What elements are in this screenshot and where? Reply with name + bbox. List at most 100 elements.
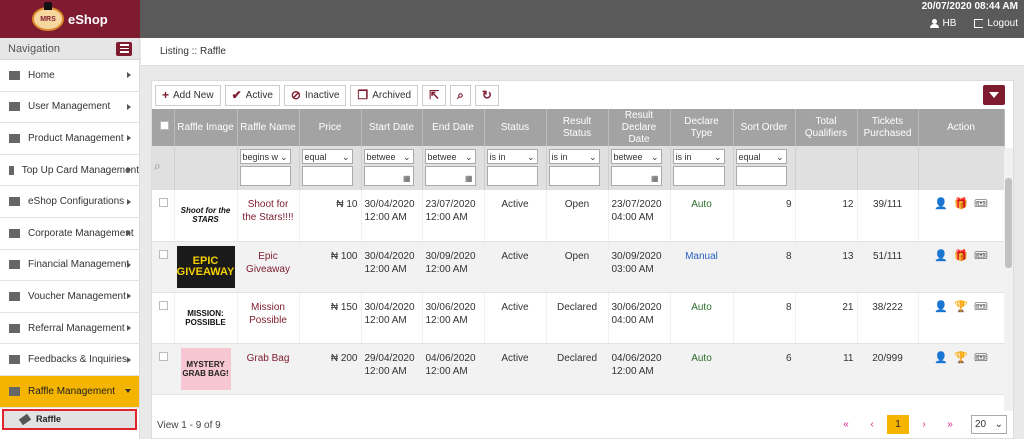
table-row[interactable]: EPIC GIVEAWAY Epic Giveaway ₦ 100 30/04/… — [152, 241, 1005, 293]
user-icon[interactable]: 👤 — [934, 198, 948, 211]
filter-cell: betwee ▦ — [361, 146, 423, 190]
refresh-button[interactable]: ↻ — [474, 84, 499, 106]
sidebar-item-feedbacks[interactable]: Feedbacks & Inquiries — [0, 344, 139, 376]
filter-select[interactable]: equal — [301, 149, 353, 164]
declare-date-cell: 30/06/2020 04:00 AM — [608, 292, 671, 344]
col-header[interactable]: Total Qualifiers — [795, 109, 858, 146]
calendar-icon[interactable]: ▦ — [651, 174, 659, 183]
filter-input[interactable] — [239, 166, 291, 186]
col-header[interactable]: Raffle Name — [237, 109, 300, 146]
sidebar-item-top-up-card[interactable]: Top Up Card Management — [0, 155, 139, 187]
filter-icon[interactable] — [983, 85, 1005, 105]
col-header[interactable]: Price — [299, 109, 362, 146]
ticket-icon[interactable]: 🎟 — [974, 301, 988, 314]
col-header[interactable]: Declare Type — [670, 109, 734, 146]
page-size-select[interactable]: 20 ⌄ — [971, 415, 1007, 434]
filter-select[interactable]: betwee — [424, 149, 476, 164]
logout-button[interactable]: Logout — [974, 18, 1018, 29]
col-header[interactable]: End Date — [422, 109, 485, 146]
user-icon[interactable]: 👤 — [934, 352, 948, 365]
table-row[interactable]: MYSTERY GRAB BAG! Grab Bag ₦ 200 29/04/2… — [152, 343, 1005, 395]
sidebar-item-home[interactable]: Home — [0, 60, 139, 92]
raffle-image-cell: MYSTERY GRAB BAG! — [174, 343, 238, 395]
select-all-header — [152, 109, 175, 146]
col-header[interactable]: Result Declare Date — [608, 109, 671, 146]
user-icon[interactable]: 👤 — [934, 250, 948, 263]
filter-input[interactable] — [548, 166, 600, 186]
prev-page-button[interactable]: ‹ — [861, 415, 883, 434]
row-checkbox[interactable] — [159, 198, 168, 207]
last-page-button[interactable]: » — [939, 415, 961, 434]
col-header[interactable]: Status — [484, 109, 547, 146]
sort-order-cell: 9 — [733, 190, 796, 242]
table-row[interactable]: Shoot for the STARS Shoot for the Stars!… — [152, 190, 1005, 242]
ticket-icon[interactable]: 🎟 — [974, 250, 988, 263]
sidebar-item-label: eShop Configurations — [28, 196, 125, 208]
col-header[interactable]: Raffle Image — [174, 109, 238, 146]
filter-select[interactable]: equal — [735, 149, 787, 164]
filter-input[interactable] — [486, 166, 538, 186]
filter-input[interactable] — [735, 166, 787, 186]
filter-select[interactable]: betwee — [610, 149, 662, 164]
sidebar-item-voucher[interactable]: Voucher Management — [0, 281, 139, 313]
sidebar-item-eshop-config[interactable]: eShop Configurations — [0, 186, 139, 218]
active-button[interactable]: ✔ Active — [224, 84, 280, 106]
table-row[interactable]: MISSION: POSSIBLE Mission Possible ₦ 150… — [152, 292, 1005, 344]
sidebar-item-referral[interactable]: Referral Management — [0, 313, 139, 345]
select-all-checkbox[interactable] — [160, 121, 170, 130]
col-header[interactable]: Start Date — [361, 109, 423, 146]
filter-select[interactable]: is in — [486, 149, 538, 164]
sidebar-item-financial[interactable]: Financial Management — [0, 250, 139, 282]
inactive-button[interactable]: ⊘ Inactive — [283, 84, 347, 106]
date-filter-input[interactable]: ▦ — [363, 166, 414, 186]
date-filter-input[interactable]: ▦ — [424, 166, 476, 186]
filter-input[interactable] — [672, 166, 725, 186]
calendar-icon[interactable]: ▦ — [465, 174, 473, 183]
next-page-button[interactable]: › — [913, 415, 935, 434]
raffle-name-link[interactable]: Grab Bag — [247, 353, 290, 364]
filter-input[interactable] — [301, 166, 353, 186]
scrollbar[interactable] — [1004, 148, 1013, 411]
export-button[interactable]: ⇱ — [422, 84, 447, 106]
sidebar-item-product-management[interactable]: Product Management — [0, 123, 139, 155]
raffle-image-cell: Shoot for the STARS — [174, 190, 238, 242]
gift-trophy-icon[interactable]: 🏆 — [954, 352, 968, 365]
col-header: Action — [918, 109, 1005, 146]
filter-select[interactable]: betwee — [363, 149, 414, 164]
sidebar-item-raffle-management[interactable]: Raffle Management — [0, 375, 139, 408]
date-filter-input[interactable]: ▦ — [610, 166, 662, 186]
actions-cell: 👤 🎁 🎟 — [918, 190, 1005, 242]
raffle-name-link[interactable]: Shoot for the Stars!!!! — [242, 199, 293, 223]
col-header[interactable]: Result Status — [546, 109, 609, 146]
ticket-icon[interactable]: 🎟 — [974, 352, 988, 365]
menu-toggle-icon[interactable] — [116, 41, 132, 56]
user-icon[interactable]: 👤 — [934, 301, 948, 314]
sidebar-item-user-management[interactable]: User Management — [0, 92, 139, 124]
gift-icon[interactable]: 🎁 — [954, 250, 968, 263]
row-checkbox[interactable] — [159, 300, 168, 310]
gift-icon[interactable]: 🎁 — [954, 198, 968, 211]
raffle-name-link[interactable]: Mission Possible — [249, 302, 287, 326]
filter-select[interactable]: is in — [548, 149, 600, 164]
brand[interactable]: MRS eShop — [0, 0, 140, 38]
raffle-name-link[interactable]: Epic Giveaway — [246, 251, 290, 275]
first-page-button[interactable]: « — [835, 415, 857, 434]
sidebar-item-corporate[interactable]: Corporate Management — [0, 218, 139, 250]
sidebar-subitem-raffle[interactable]: Raffle — [2, 408, 137, 430]
current-page[interactable]: 1 — [887, 415, 909, 434]
gift-trophy-icon[interactable]: 🏆 — [954, 301, 968, 314]
filter-select[interactable]: begins w — [239, 149, 291, 164]
archived-button[interactable]: ❐ Archived — [350, 84, 419, 106]
add-new-button[interactable]: + Add New — [155, 84, 221, 106]
row-checkbox[interactable] — [159, 351, 168, 361]
calendar-icon[interactable]: ▦ — [403, 174, 411, 183]
col-header[interactable]: Tickets Purchased — [857, 109, 919, 146]
row-checkbox[interactable] — [159, 249, 168, 259]
search-button[interactable]: ⌕ — [450, 84, 471, 106]
col-header[interactable]: Sort Order — [733, 109, 796, 146]
user-menu[interactable]: HB — [929, 18, 956, 29]
sidebar: Navigation Home User Management Product … — [0, 38, 140, 439]
ticket-icon[interactable]: 🎟 — [974, 198, 988, 211]
filter-select[interactable]: is in — [672, 149, 725, 164]
raffle-image: MISSION: POSSIBLE — [176, 296, 235, 339]
